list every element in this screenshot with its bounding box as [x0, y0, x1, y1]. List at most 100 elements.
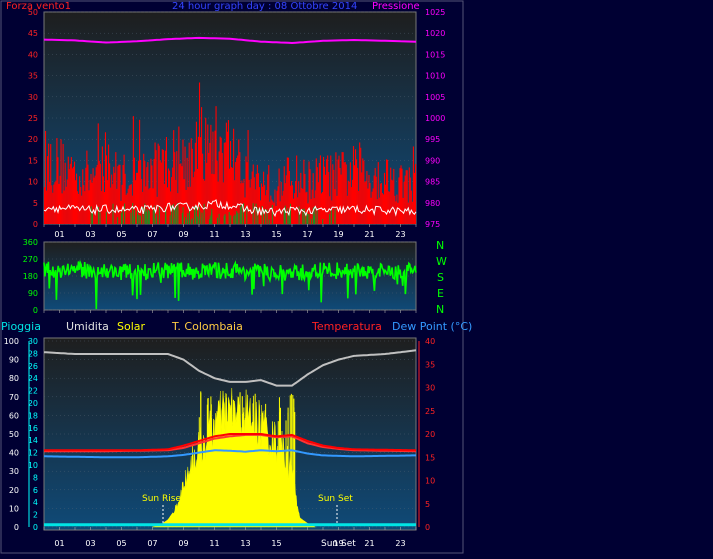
x-tick-label: 11 [209, 230, 219, 239]
legend-dewpoint: Dew Point (°C) [392, 320, 472, 333]
tick-label: 45 [28, 29, 38, 38]
x-tick-label: 15 [271, 539, 281, 548]
tick-label: 15 [28, 156, 38, 165]
tick-label: 60 [9, 411, 19, 420]
tick-label: 50 [9, 430, 19, 439]
tick-label: 24 [28, 374, 38, 383]
tick-label: 2 [33, 511, 38, 520]
compass-w: W [436, 255, 447, 268]
x-tick-label: 15 [271, 230, 281, 239]
tick-label: 16 [28, 424, 38, 433]
tick-label: 0 [33, 306, 38, 315]
compass-n-top: N [436, 239, 444, 252]
tick-label: 4 [33, 498, 38, 507]
tick-label: 5 [33, 199, 38, 208]
graph-svg: 0510152025303540455097598098599099510001… [0, 0, 472, 554]
legend-pioggia: Pioggia [1, 320, 41, 333]
tick-label: 0 [14, 523, 19, 532]
tick-label: 20 [425, 430, 435, 439]
x-tick-label: 13 [240, 230, 250, 239]
tick-label: 1000 [425, 114, 445, 123]
tick-label: 1020 [425, 29, 445, 38]
tick-label: 0 [425, 523, 430, 532]
tick-label: 1005 [425, 93, 445, 102]
tick-label: 20 [28, 135, 38, 144]
x-tick-label: 19 [333, 230, 343, 239]
tick-label: 70 [9, 393, 19, 402]
tick-label: 40 [425, 337, 435, 346]
tick-label: 980 [425, 199, 440, 208]
tick-label: 35 [425, 360, 435, 369]
tick-label: 360 [23, 238, 38, 247]
x-tick-label: 05 [116, 230, 126, 239]
tick-label: 25 [28, 114, 38, 123]
tick-label: 6 [33, 486, 38, 495]
x-tick-label: 01 [54, 539, 64, 548]
tick-label: 25 [425, 407, 435, 416]
tick-label: 35 [28, 72, 38, 81]
x-tick-label: 09 [178, 230, 188, 239]
x-tick-label: 13 [240, 539, 250, 548]
tick-label: 985 [425, 178, 440, 187]
tick-label: 5 [425, 500, 430, 509]
x-tick-label: 23 [395, 230, 405, 239]
tick-label: 20 [9, 486, 19, 495]
x-tick-label: 23 [395, 539, 405, 548]
tick-label: 12 [28, 449, 38, 458]
weather-graph: 0 5 10 15 20 25 30 35 40 45 50 975 980 985 990 995 1000 1… [0, 0, 713, 555]
tick-label: 995 [425, 135, 440, 144]
legend-umidita: Umidita [66, 320, 109, 333]
x-tick-label: 07 [147, 230, 157, 239]
chart-title: 24 hour graph day : 08 Ottobre 2014 [172, 1, 357, 12]
x-tick-label: 05 [116, 539, 126, 548]
x-tick-label: 21 [364, 230, 374, 239]
tick-label: 990 [425, 156, 440, 165]
tick-label: 1015 [425, 50, 445, 59]
tick-label: 15 [425, 453, 435, 462]
tick-label: 975 [425, 220, 440, 229]
x-tick-label: 01 [54, 230, 64, 239]
tick-label: 1010 [425, 72, 445, 81]
tick-label: 30 [425, 384, 435, 393]
x-tick-label: 09 [178, 539, 188, 548]
x-tick-label: 03 [85, 230, 95, 239]
x-tick-label: 21 [364, 539, 374, 548]
tick-label: 270 [23, 255, 38, 264]
x-tick-label: 03 [85, 539, 95, 548]
x-tick-label: 07 [147, 539, 157, 548]
compass-n-bottom: N [436, 303, 444, 316]
tick-label: 0 [33, 220, 38, 229]
pressure-axis-title: Pressione [372, 1, 420, 12]
tick-label: 28 [28, 349, 38, 358]
sun-set-axis-label: Sun Set [321, 539, 356, 549]
tick-label: 10 [9, 504, 19, 513]
tick-label: 180 [23, 272, 38, 281]
legend-temperatura: Temperatura [311, 320, 382, 333]
wind-axis-title: Forza vento1 [6, 1, 71, 12]
tick-label: 20 [28, 399, 38, 408]
tick-label: 10 [28, 178, 38, 187]
tick-label: 30 [9, 467, 19, 476]
tick-label: 18 [28, 411, 38, 420]
tick-label: 22 [28, 387, 38, 396]
tick-label: 10 [425, 477, 435, 486]
legend-solar: Solar [117, 320, 146, 333]
x-tick-label: 11 [209, 539, 219, 548]
tick-label: 14 [28, 436, 38, 445]
tick-label: 30 [28, 337, 38, 346]
legend-colombaia: T. Colombaia [171, 320, 243, 333]
tick-label: 100 [4, 337, 19, 346]
tick-label: 40 [28, 50, 38, 59]
tick-label: 8 [33, 473, 38, 482]
tick-label: 30 [28, 93, 38, 102]
sun-set-label: Sun Set [318, 494, 353, 504]
compass-s: S [437, 271, 444, 284]
tick-label: 10 [28, 461, 38, 470]
tick-label: 1025 [425, 8, 445, 17]
sun-rise-label: Sun Rise [142, 494, 181, 504]
tick-label: 40 [9, 449, 19, 458]
tick-label: 80 [9, 374, 19, 383]
x-tick-label: 17 [302, 230, 312, 239]
tick-label: 0 [33, 523, 38, 532]
tick-label: 26 [28, 362, 38, 371]
